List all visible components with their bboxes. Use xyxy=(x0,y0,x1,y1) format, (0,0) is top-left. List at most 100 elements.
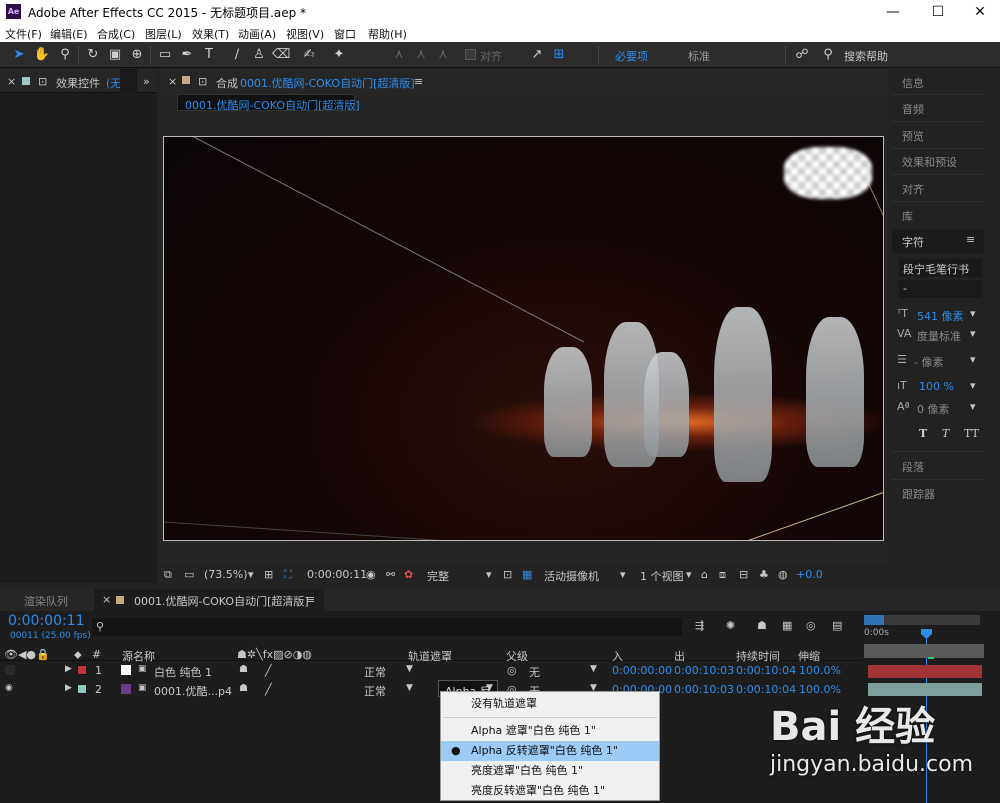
work-area-bar[interactable] xyxy=(864,615,980,625)
chevron-down-icon[interactable]: ▾ xyxy=(970,307,976,320)
composition-viewer[interactable] xyxy=(163,136,884,541)
sync-settings-icon[interactable]: ☍ xyxy=(793,46,811,64)
close-button[interactable]: ✕ xyxy=(965,2,995,22)
search-icon[interactable]: ⚲ xyxy=(819,46,837,64)
brush-tool-icon[interactable]: ∕ xyxy=(228,46,246,64)
current-time[interactable]: 0:00:00:11 xyxy=(8,613,85,629)
layer-in-point[interactable]: 0:00:00:00 xyxy=(612,664,672,677)
panel-libraries[interactable]: 库 xyxy=(902,208,913,224)
expand-arrow-icon[interactable]: ▶ xyxy=(65,683,72,693)
motion-blur-icon[interactable]: ◎ xyxy=(806,619,816,632)
menu-edit[interactable]: 编辑(E) xyxy=(50,26,88,42)
chevron-down-icon[interactable]: ▾ xyxy=(486,568,492,581)
menu-item-luma-inverted-matte[interactable]: 亮度反转遮罩"白色 纯色 1" xyxy=(441,781,659,801)
menu-composition[interactable]: 合成(C) xyxy=(97,26,135,42)
label-color-swatch[interactable] xyxy=(77,665,87,675)
chevron-down-icon[interactable]: ▾ xyxy=(970,400,976,413)
eraser-tool-icon[interactable]: ⌫ xyxy=(272,46,290,64)
lock-icon[interactable]: ⊡ xyxy=(38,75,47,88)
parent-select[interactable]: 无 xyxy=(529,664,540,680)
all-caps-icon[interactable]: TT xyxy=(964,427,979,440)
pen-tool-icon[interactable]: ✒ xyxy=(178,46,196,64)
puppet-pin-tool-icon[interactable]: ✦ xyxy=(330,46,348,64)
roto-brush-tool-icon[interactable]: ✍ xyxy=(300,46,318,64)
tab-close-icon[interactable]: × xyxy=(7,75,16,88)
shape-tool-icon[interactable]: ▭ xyxy=(156,46,174,64)
layer-duration[interactable]: 0:00:10:04 xyxy=(736,664,796,677)
zoom-level[interactable]: (73.5%) xyxy=(204,568,248,581)
tab-menu-icon[interactable]: ≡ xyxy=(306,593,315,606)
monitor-icon[interactable]: ▭ xyxy=(184,568,194,581)
minimize-button[interactable]: — xyxy=(878,2,908,22)
tab-timeline-comp[interactable]: × 0001.优酷网-COKO自动门[超清版] ≡ xyxy=(94,589,324,611)
rotate-tool-icon[interactable]: ↻ xyxy=(84,46,102,64)
flowchart-icon[interactable]: ♣ xyxy=(759,568,769,581)
font-style-field[interactable]: - xyxy=(899,280,982,298)
baseline-shift-value[interactable]: 0 像素 xyxy=(917,401,950,417)
expand-arrow-icon[interactable]: ▶ xyxy=(65,664,72,674)
label-color-swatch[interactable] xyxy=(77,684,87,694)
layer-stretch[interactable]: 100.0% xyxy=(799,664,841,677)
layer-out-point[interactable]: 0:00:10:03 xyxy=(674,683,734,696)
chevron-down-icon[interactable]: ▾ xyxy=(686,568,692,581)
tab-close-icon[interactable]: × xyxy=(102,593,111,606)
chevron-down-icon[interactable]: ▾ xyxy=(970,379,976,392)
panel-audio[interactable]: 音频 xyxy=(902,101,924,117)
layer-row[interactable]: ◉ ▶ 2 ▣ 0001.优酷...p4 ☗ ╱ 正常 ▼ Alpha 反 ▼ … xyxy=(0,680,862,699)
clone-stamp-tool-icon[interactable]: ♙ xyxy=(250,46,268,64)
vertical-scale-value[interactable]: 100 % xyxy=(919,380,954,393)
menu-layer[interactable]: 图层(L) xyxy=(145,26,182,42)
show-snapshot-icon[interactable]: ⚯ xyxy=(386,568,395,581)
fast-preview-icon[interactable]: ⊡ xyxy=(503,568,512,581)
shy-switch-icon[interactable]: ☗ xyxy=(239,664,248,675)
panel-preview[interactable]: 预览 xyxy=(902,128,924,144)
exposure-value[interactable]: +0.0 xyxy=(796,568,823,581)
axis-local-icon[interactable]: ⋏ xyxy=(390,46,408,64)
view-layout-select[interactable]: 1 个视图 xyxy=(640,568,684,584)
frame-blending-icon[interactable]: ▦ xyxy=(782,619,792,632)
chevron-down-icon[interactable]: ▼ xyxy=(406,664,413,674)
menu-file[interactable]: 文件(F) xyxy=(5,26,42,42)
menu-item-luma-matte[interactable]: 亮度遮罩"白色 纯色 1" xyxy=(441,761,659,781)
shy-switch-icon[interactable]: ☗ xyxy=(239,683,248,694)
menu-item-alpha-inverted-matte[interactable]: ● Alpha 反转遮罩"白色 纯色 1" xyxy=(441,741,659,761)
region-of-interest-icon[interactable]: ⛶ xyxy=(284,568,292,582)
snap-grid-icon[interactable]: ⊞ xyxy=(550,46,568,64)
menu-window[interactable]: 窗口 xyxy=(334,26,356,42)
composition-mini-flowchart-icon[interactable]: ⇶ xyxy=(695,619,704,632)
transparency-grid-icon[interactable]: ▦ xyxy=(522,568,532,581)
hide-shy-layers-icon[interactable]: ☗ xyxy=(757,619,767,632)
axis-world-icon[interactable]: ⋏ xyxy=(412,46,430,64)
comp-flowchart-icon[interactable]: ⊟ xyxy=(739,568,748,581)
resolution-select[interactable]: 完整 xyxy=(427,568,449,584)
menu-effect[interactable]: 效果(T) xyxy=(192,26,229,42)
toggle-pixel-icon[interactable]: ⌂ xyxy=(701,568,708,581)
menu-help[interactable]: 帮助(H) xyxy=(368,26,407,42)
layer-name[interactable]: 白色 纯色 1 xyxy=(154,664,212,680)
draft-3d-icon[interactable]: ✺ xyxy=(726,619,735,632)
chevron-down-icon[interactable]: ▼ xyxy=(590,664,597,674)
camera-select[interactable]: 活动摄像机 xyxy=(544,568,599,584)
video-switch[interactable] xyxy=(5,665,15,675)
quality-switch-icon[interactable]: ╱ xyxy=(265,664,272,677)
menu-animation[interactable]: 动画(A) xyxy=(238,26,276,42)
viewer-timecode[interactable]: 0:00:00:11 xyxy=(307,568,367,581)
blend-mode-select[interactable]: 正常 xyxy=(364,683,386,699)
faux-italic-icon[interactable]: T xyxy=(942,427,949,440)
comp-subtab[interactable]: 0001.优酷网-COKO自动门[超清版] xyxy=(177,94,360,112)
menu-view[interactable]: 视图(V) xyxy=(286,26,324,42)
panel-overflow-icon[interactable]: » xyxy=(143,75,150,88)
layer-name[interactable]: 0001.优酷...p4 xyxy=(154,683,232,699)
maximize-button[interactable]: ☐ xyxy=(923,2,953,22)
layer-track-bar[interactable] xyxy=(868,665,982,678)
exposure-icon[interactable]: ◍ xyxy=(778,568,788,581)
pan-behind-tool-icon[interactable]: ⊕ xyxy=(128,46,146,64)
grid-icon[interactable]: ⊞ xyxy=(264,568,273,581)
layer-row[interactable]: ▶ 1 ▣ 白色 纯色 1 ☗ ╱ 正常 ▼ ◎ 无 ▼ 0:00:00:00 … xyxy=(0,661,862,680)
tab-render-queue[interactable]: 渲染队列 xyxy=(24,593,68,609)
font-size-value[interactable]: 541 像素 xyxy=(917,308,964,324)
snapshot-icon[interactable]: ◉ xyxy=(366,568,376,581)
eye-icon[interactable]: ◉ xyxy=(5,683,13,693)
comp-tab-name[interactable]: 0001.优酷网-COKO自动门[超清版] xyxy=(240,75,415,91)
panel-tracker[interactable]: 跟踪器 xyxy=(902,486,935,502)
